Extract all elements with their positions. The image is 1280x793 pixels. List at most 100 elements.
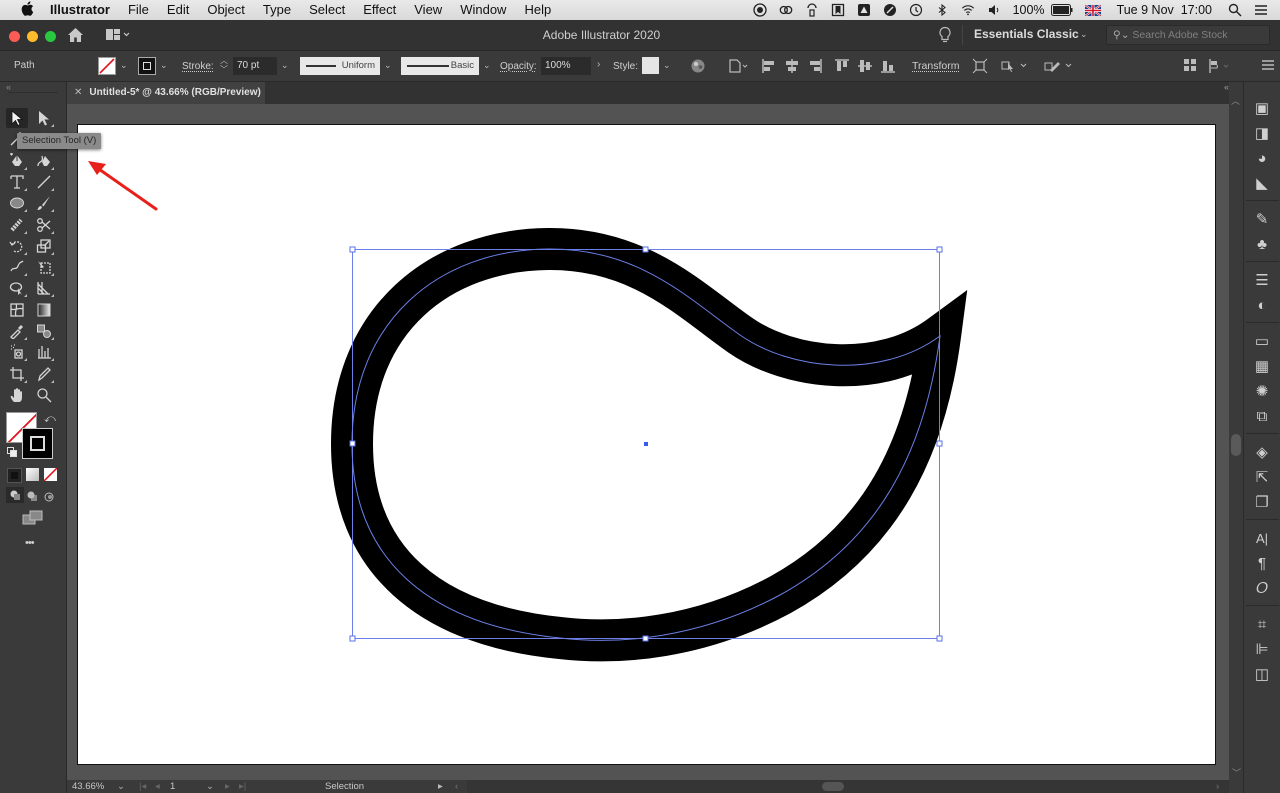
- brush-definition[interactable]: Basic: [401, 57, 479, 75]
- graphic-style-swatch[interactable]: [642, 57, 659, 74]
- cc-libraries-icon[interactable]: ▣: [1252, 98, 1272, 118]
- opacity-input[interactable]: 100%: [541, 57, 591, 75]
- volume-icon[interactable]: [981, 3, 1007, 17]
- zoom-tool[interactable]: [33, 385, 55, 405]
- align-left-icon[interactable]: [761, 58, 777, 77]
- color-icon[interactable]: ◕: [1252, 148, 1272, 168]
- paragraph-icon[interactable]: ¶: [1252, 553, 1272, 573]
- clock[interactable]: Tue 9 Nov 17:00: [1107, 3, 1222, 17]
- menu-help[interactable]: Help: [515, 0, 560, 20]
- asset-export-icon[interactable]: ⇱: [1252, 467, 1272, 487]
- creative-cloud-icon[interactable]: [773, 3, 799, 17]
- align-icon[interactable]: ⊫: [1252, 639, 1272, 659]
- zoom-level-input[interactable]: 43.66%: [72, 780, 104, 793]
- opacity-expand-icon[interactable]: ›: [597, 59, 600, 70]
- rotate-tool[interactable]: [6, 236, 28, 256]
- uk-flag-icon[interactable]: [1079, 4, 1107, 16]
- battery-percentage[interactable]: 100%: [1007, 3, 1051, 17]
- handle-top-right[interactable]: [936, 246, 943, 253]
- perspective-grid-tool[interactable]: [33, 278, 55, 298]
- handle-top-left[interactable]: [349, 246, 356, 253]
- warp-tool[interactable]: [6, 257, 28, 277]
- pathfinder-icon[interactable]: ◫: [1252, 664, 1272, 684]
- arrange-icon[interactable]: [1183, 58, 1197, 75]
- menu-effect[interactable]: Effect: [354, 0, 405, 20]
- gradient-icon[interactable]: ▭: [1252, 331, 1272, 351]
- menu-type[interactable]: Type: [254, 0, 300, 20]
- menu-app-name[interactable]: Illustrator: [38, 0, 119, 20]
- align-panel-icon[interactable]: [1207, 58, 1231, 77]
- graphic-styles-icon[interactable]: ⧉: [1252, 406, 1272, 426]
- stroke-label[interactable]: Stroke:: [182, 61, 214, 72]
- draw-behind-button[interactable]: [26, 489, 38, 507]
- menu-file[interactable]: File: [119, 0, 158, 20]
- selection-tool[interactable]: [6, 108, 28, 128]
- symbols-icon[interactable]: ♣: [1252, 234, 1272, 254]
- align-vertical-center-icon[interactable]: [857, 58, 873, 77]
- default-fill-stroke-icon[interactable]: [7, 447, 17, 457]
- artboard-dropdown[interactable]: ⌄: [206, 780, 214, 793]
- lightbulb-icon[interactable]: [938, 26, 952, 49]
- brush-dropdown[interactable]: ⌄: [483, 60, 491, 71]
- vertical-scrollbar[interactable]: ︿ ﹀: [1229, 82, 1243, 780]
- menu-select[interactable]: Select: [300, 0, 354, 20]
- align-bottom-icon[interactable]: [880, 58, 896, 77]
- width-profile-dropdown[interactable]: ⌄: [384, 60, 392, 71]
- draw-inside-button[interactable]: [44, 489, 54, 507]
- scroll-down-icon[interactable]: ﹀: [1232, 766, 1241, 779]
- change-screen-mode-icon[interactable]: [22, 510, 44, 531]
- variable-width-profile[interactable]: Uniform: [300, 57, 380, 75]
- bluetooth-icon[interactable]: [929, 3, 955, 17]
- last-artboard-button[interactable]: ▸|: [239, 780, 246, 793]
- zoom-dropdown[interactable]: ⌄: [117, 780, 125, 793]
- start-global-edit-icon[interactable]: [1043, 58, 1073, 77]
- canvas[interactable]: [67, 104, 1229, 780]
- artboards-icon[interactable]: ❐: [1252, 492, 1272, 512]
- status-menu-arrow[interactable]: ▸: [438, 780, 443, 793]
- appearance-icon[interactable]: ✺: [1252, 381, 1272, 401]
- record-icon[interactable]: [747, 3, 773, 17]
- paintbrush-tool[interactable]: [33, 193, 55, 213]
- character-icon[interactable]: A|: [1252, 528, 1272, 548]
- battery-icon[interactable]: [1050, 4, 1079, 16]
- opentype-icon[interactable]: 𝑂: [1252, 578, 1272, 598]
- direct-selection-tool[interactable]: [33, 108, 55, 128]
- style-dropdown[interactable]: ⌄: [663, 60, 671, 71]
- apple-logo-icon[interactable]: [16, 1, 38, 19]
- handle-middle-right[interactable]: [936, 440, 943, 447]
- isolate-group-icon[interactable]: [972, 58, 988, 77]
- document-tab[interactable]: ✕ Untitled-5* @ 43.66% (RGB/Preview): [67, 82, 265, 104]
- fill-dropdown[interactable]: ⌄: [120, 60, 128, 71]
- panel-grip[interactable]: [8, 92, 58, 93]
- slice-tool[interactable]: [33, 364, 55, 384]
- wifi-icon[interactable]: [955, 3, 981, 17]
- scroll-right-icon[interactable]: ›: [1216, 780, 1219, 793]
- stroke-weight-dropdown[interactable]: ⌄: [281, 60, 289, 71]
- vertical-scroll-thumb[interactable]: [1231, 434, 1241, 456]
- handle-middle-left[interactable]: [349, 440, 356, 447]
- first-artboard-button[interactable]: |◂: [139, 780, 146, 793]
- menu-object[interactable]: Object: [198, 0, 254, 20]
- fill-swatch[interactable]: [98, 57, 116, 75]
- workspace-switcher[interactable]: Essentials Classic ⌄: [974, 20, 1094, 50]
- properties-icon[interactable]: ◨: [1252, 123, 1272, 143]
- recolor-artwork-icon[interactable]: [690, 58, 706, 77]
- stroke-swatch[interactable]: [138, 57, 156, 75]
- swatches-icon[interactable]: ▦: [1252, 356, 1272, 376]
- time-machine-icon[interactable]: [903, 3, 929, 17]
- free-transform-tool[interactable]: [33, 257, 55, 277]
- none-mode-button[interactable]: [44, 468, 57, 481]
- hand-tool[interactable]: [6, 385, 28, 405]
- spotlight-icon[interactable]: [1222, 3, 1248, 17]
- previous-artboard-button[interactable]: ◂: [155, 780, 160, 793]
- handle-bottom-left[interactable]: [349, 635, 356, 642]
- handle-bottom-right[interactable]: [936, 635, 943, 642]
- shaper-tool[interactable]: [6, 215, 28, 235]
- current-tool-status[interactable]: Selection: [325, 780, 364, 793]
- horizontal-scroll-thumb[interactable]: [822, 782, 844, 791]
- scroll-left-icon[interactable]: ‹: [455, 780, 458, 793]
- opacity-label[interactable]: Opacity:: [500, 61, 537, 72]
- blend-tool[interactable]: [33, 321, 55, 341]
- type-tool[interactable]: [6, 172, 28, 192]
- gradient-tool[interactable]: [33, 300, 55, 320]
